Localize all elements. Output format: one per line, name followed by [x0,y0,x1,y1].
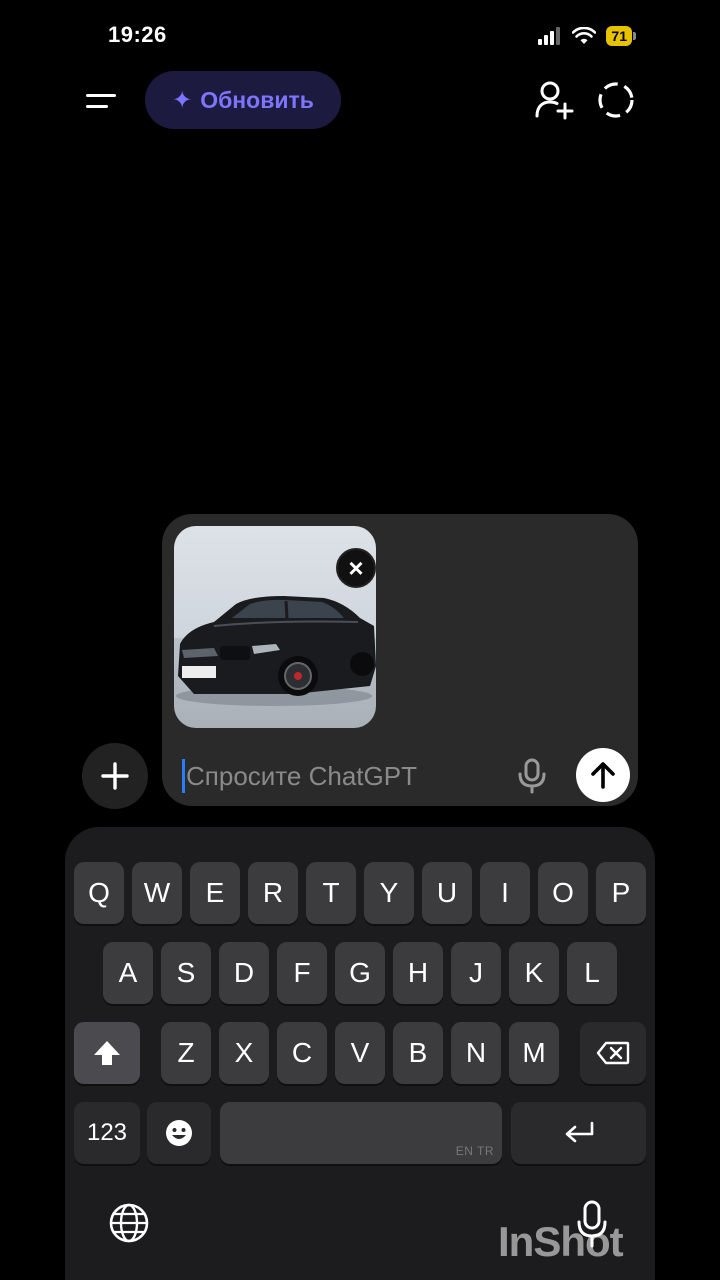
arrow-up-icon [591,762,615,789]
temporary-chat-icon[interactable] [596,80,636,120]
close-icon: × [348,552,364,583]
sparkle-icon: ✦ [172,86,193,114]
globe-icon[interactable] [108,1202,150,1244]
key-x[interactable]: X [219,1022,269,1084]
key-l[interactable]: L [567,942,617,1004]
message-placeholder: Спросите ChatGPT [186,760,417,791]
key-v[interactable]: V [335,1022,385,1084]
keyboard: Q W E R T Y U I O P A S D F G H J K L Z … [65,827,655,1280]
add-user-icon[interactable] [534,80,574,120]
key-q[interactable]: Q [74,862,124,924]
menu-icon[interactable] [86,84,122,118]
emoji-icon [166,1120,192,1146]
microphone-icon[interactable] [516,758,548,794]
shift-key[interactable] [74,1022,140,1084]
key-f[interactable]: F [277,942,327,1004]
key-o[interactable]: O [538,862,588,924]
key-m[interactable]: M [509,1022,559,1084]
remove-attachment-button[interactable]: × [336,548,376,588]
key-p[interactable]: P [596,862,646,924]
backspace-icon [596,1041,630,1065]
numbers-key[interactable]: 123 [74,1102,140,1164]
key-t[interactable]: T [306,862,356,924]
key-i[interactable]: I [480,862,530,924]
upgrade-label: Обновить [200,86,314,113]
key-b[interactable]: B [393,1022,443,1084]
composer: × Спросите ChatGPT [162,514,638,806]
key-u[interactable]: U [422,862,472,924]
send-button[interactable] [576,748,630,802]
inshot-watermark: InShot [498,1218,624,1265]
upgrade-button[interactable]: ✦ Обновить [145,71,341,129]
key-h[interactable]: H [393,942,443,1004]
keyboard-languages: EN TR [455,1144,494,1158]
add-attachment-button[interactable] [82,743,148,809]
battery-indicator: 71 [606,26,636,46]
shift-icon [94,1041,120,1065]
screen: 19:26 71 ✦ Обновить × Спросите ChatGPT Q… [0,0,720,1280]
key-g[interactable]: G [335,942,385,1004]
battery-level: 71 [611,28,627,44]
signal-icon [538,27,561,45]
status-icons: 71 [538,24,636,48]
key-d[interactable]: D [219,942,269,1004]
return-icon [565,1121,593,1143]
space-key[interactable]: EN TR [220,1102,502,1164]
key-e[interactable]: E [190,862,240,924]
backspace-key[interactable] [580,1022,646,1084]
key-a[interactable]: A [103,942,153,1004]
plus-icon [101,762,129,790]
key-w[interactable]: W [132,862,182,924]
key-c[interactable]: C [277,1022,327,1084]
key-y[interactable]: Y [364,862,414,924]
text-caret [182,759,185,793]
emoji-key[interactable] [147,1102,211,1164]
wifi-icon [572,27,597,44]
status-time: 19:26 [108,22,167,47]
message-input[interactable]: Спросите ChatGPT [182,758,512,794]
return-key[interactable] [511,1102,646,1164]
key-r[interactable]: R [248,862,298,924]
key-k[interactable]: K [509,942,559,1004]
key-s[interactable]: S [161,942,211,1004]
attached-image[interactable]: × [174,526,376,728]
key-j[interactable]: J [451,942,501,1004]
key-z[interactable]: Z [161,1022,211,1084]
key-n[interactable]: N [451,1022,501,1084]
